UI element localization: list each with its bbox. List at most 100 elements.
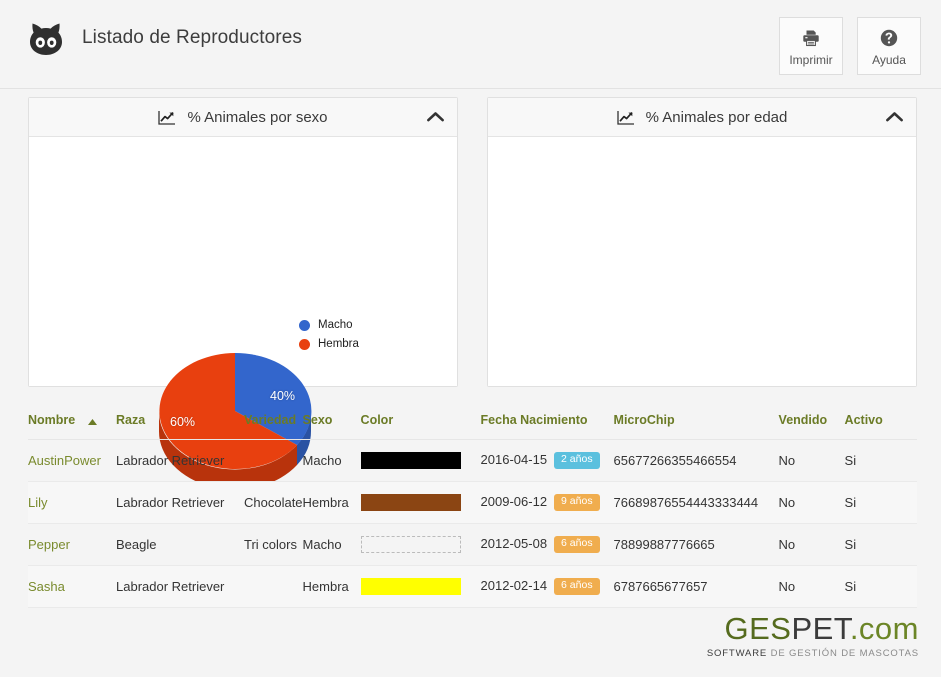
page-title: Listado de Reproductores — [82, 27, 302, 48]
printer-icon — [801, 27, 821, 49]
wordmark-pet: PET — [791, 611, 850, 646]
gespet-footer-logo: GESPET.com SOFTWARE DE GESTIÓN DE MASCOT… — [707, 613, 919, 659]
cell-fecha-nacimiento: 2016-04-15 2 años — [480, 439, 614, 482]
cell-raza: Labrador Retriever — [116, 565, 244, 608]
page-header: Listado de Reproductores Imprimir Ayuda — [0, 0, 941, 89]
cell-activo: Si — [844, 439, 917, 482]
table-row[interactable]: Sasha Labrador Retriever Hembra 2012-02-14 6… — [28, 565, 917, 608]
cell-sexo: Macho — [302, 439, 361, 482]
col-header-activo[interactable]: Activo — [844, 402, 917, 440]
col-header-variedad[interactable]: Variedad — [244, 402, 303, 440]
legend-sexo: Macho Hembra — [299, 319, 359, 357]
legend-label-hembra: Hembra — [318, 338, 359, 350]
cell-microchip: 65677266355466554 — [613, 439, 779, 482]
chevron-up-icon[interactable] — [427, 112, 444, 123]
table-body: AustinPower Labrador Retriever Macho 2016-0… — [28, 439, 917, 608]
cell-vendido: No — [778, 523, 845, 566]
panel-body-edad: 20% 80% Entre 1 y 3 años Entre 5 y 10 añ… — [488, 137, 916, 386]
col-header-microchip[interactable]: MicroChip — [613, 402, 779, 440]
col-header-nombre-label: Nombre — [28, 413, 76, 427]
cell-fecha-nacimiento: 2009-06-12 9 años — [480, 481, 614, 524]
cell-color — [360, 523, 481, 566]
cell-color — [360, 439, 481, 482]
panel-body-sexo: 40% 60% Macho Hembra — [29, 137, 457, 490]
table-row[interactable]: Lily Labrador Retriever Chocolate Hembra 200… — [28, 481, 917, 524]
question-circle-icon — [879, 27, 899, 49]
legend-swatch-macho — [299, 319, 310, 331]
table-head: Nombre Raza Variedad Sexo Color Fecha Na… — [28, 402, 917, 440]
cell-fecha-nacimiento: 2012-02-14 6 años — [480, 565, 614, 608]
birth-date-text: 2012-02-14 — [480, 578, 548, 593]
tagline-rest: DE GESTIÓN DE MASCOTAS — [767, 648, 919, 659]
row-name-link[interactable]: Lily — [28, 495, 48, 510]
cell-nombre: Lily — [28, 481, 116, 524]
cell-raza: Labrador Retriever — [116, 481, 244, 524]
panel-animales-por-edad: % Animales por edad — [487, 97, 917, 387]
cell-variedad — [244, 565, 303, 608]
col-header-nombre[interactable]: Nombre — [28, 402, 116, 440]
cell-vendido: No — [778, 481, 845, 524]
color-swatch — [360, 493, 461, 511]
cat-face-logo-icon — [24, 16, 68, 60]
panel-animales-por-sexo: % Animales por sexo 40% 60% Macho Hembra — [28, 97, 458, 490]
color-swatch — [360, 535, 461, 553]
cell-vendido: No — [778, 439, 845, 482]
color-swatch — [360, 451, 461, 469]
col-header-sexo[interactable]: Sexo — [302, 402, 361, 440]
wordmark-ges: GES — [724, 611, 792, 646]
cell-color — [360, 565, 481, 608]
reproductores-table: Nombre Raza Variedad Sexo Color Fecha Na… — [28, 402, 917, 608]
help-button-label: Ayuda — [872, 52, 906, 67]
panel-header-sexo: % Animales por sexo — [29, 98, 457, 137]
chevron-up-icon[interactable] — [886, 112, 903, 123]
age-badge: 6 años — [554, 578, 600, 595]
row-name-link[interactable]: Pepper — [28, 537, 70, 552]
legend-label-macho: Macho — [318, 319, 353, 331]
app-page: Listado de Reproductores Imprimir Ayuda … — [0, 0, 941, 677]
row-name-link[interactable]: AustinPower — [28, 453, 101, 468]
help-button[interactable]: Ayuda — [857, 17, 921, 75]
legend-item-hembra: Hembra — [299, 338, 359, 350]
panel-title-sexo: % Animales por sexo — [187, 108, 328, 126]
age-badge: 9 años — [554, 494, 600, 511]
cell-microchip: 76689876554443333444 — [613, 481, 779, 524]
brand: Listado de Reproductores — [24, 16, 302, 60]
print-button[interactable]: Imprimir — [779, 17, 843, 75]
legend-swatch-hembra — [299, 338, 310, 350]
cell-raza: Labrador Retriever — [116, 439, 244, 482]
cell-nombre: AustinPower — [28, 439, 116, 482]
caret-up-icon — [87, 414, 97, 428]
legend-item-macho: Macho — [299, 319, 359, 331]
col-header-color[interactable]: Color — [360, 402, 481, 440]
cell-variedad: Tri colors — [244, 523, 303, 566]
header-actions: Imprimir Ayuda — [779, 17, 921, 75]
cell-fecha-nacimiento: 2012-05-08 6 años — [480, 523, 614, 566]
cell-sexo: Hembra — [302, 481, 361, 524]
age-badge: 2 años — [554, 452, 600, 469]
panel-title-edad: % Animales por edad — [645, 108, 788, 126]
cell-vendido: No — [778, 565, 845, 608]
cell-sexo: Macho — [302, 523, 361, 566]
line-chart-icon — [158, 110, 176, 125]
cell-nombre: Sasha — [28, 565, 116, 608]
cell-activo: Si — [844, 523, 917, 566]
tagline-strong: SOFTWARE — [706, 648, 768, 659]
cell-variedad — [244, 439, 303, 482]
cell-activo: Si — [844, 481, 917, 524]
cell-nombre: Pepper — [28, 523, 116, 566]
age-badge: 6 años — [554, 536, 600, 553]
table-row[interactable]: AustinPower Labrador Retriever Macho 2016-0… — [28, 439, 917, 482]
color-swatch — [360, 577, 461, 595]
col-header-raza[interactable]: Raza — [116, 402, 244, 440]
birth-date-text: 2009-06-12 — [480, 493, 548, 509]
birth-date-text: 2016-04-15 — [480, 451, 548, 467]
cell-raza: Beagle — [116, 523, 244, 566]
reproductores-table-container: Nombre Raza Variedad Sexo Color Fecha Na… — [28, 402, 917, 608]
table-row[interactable]: Pepper Beagle Tri colors Macho 2012-05-08 6 a… — [28, 523, 917, 566]
row-name-link[interactable]: Sasha — [28, 579, 65, 594]
col-header-vendido[interactable]: Vendido — [778, 402, 845, 440]
cell-color — [360, 481, 481, 524]
cell-microchip: 78899887776665 — [613, 523, 779, 566]
cell-microchip: 6787665677657 — [613, 565, 779, 608]
col-header-fecha[interactable]: Fecha Nacimiento — [480, 402, 614, 440]
